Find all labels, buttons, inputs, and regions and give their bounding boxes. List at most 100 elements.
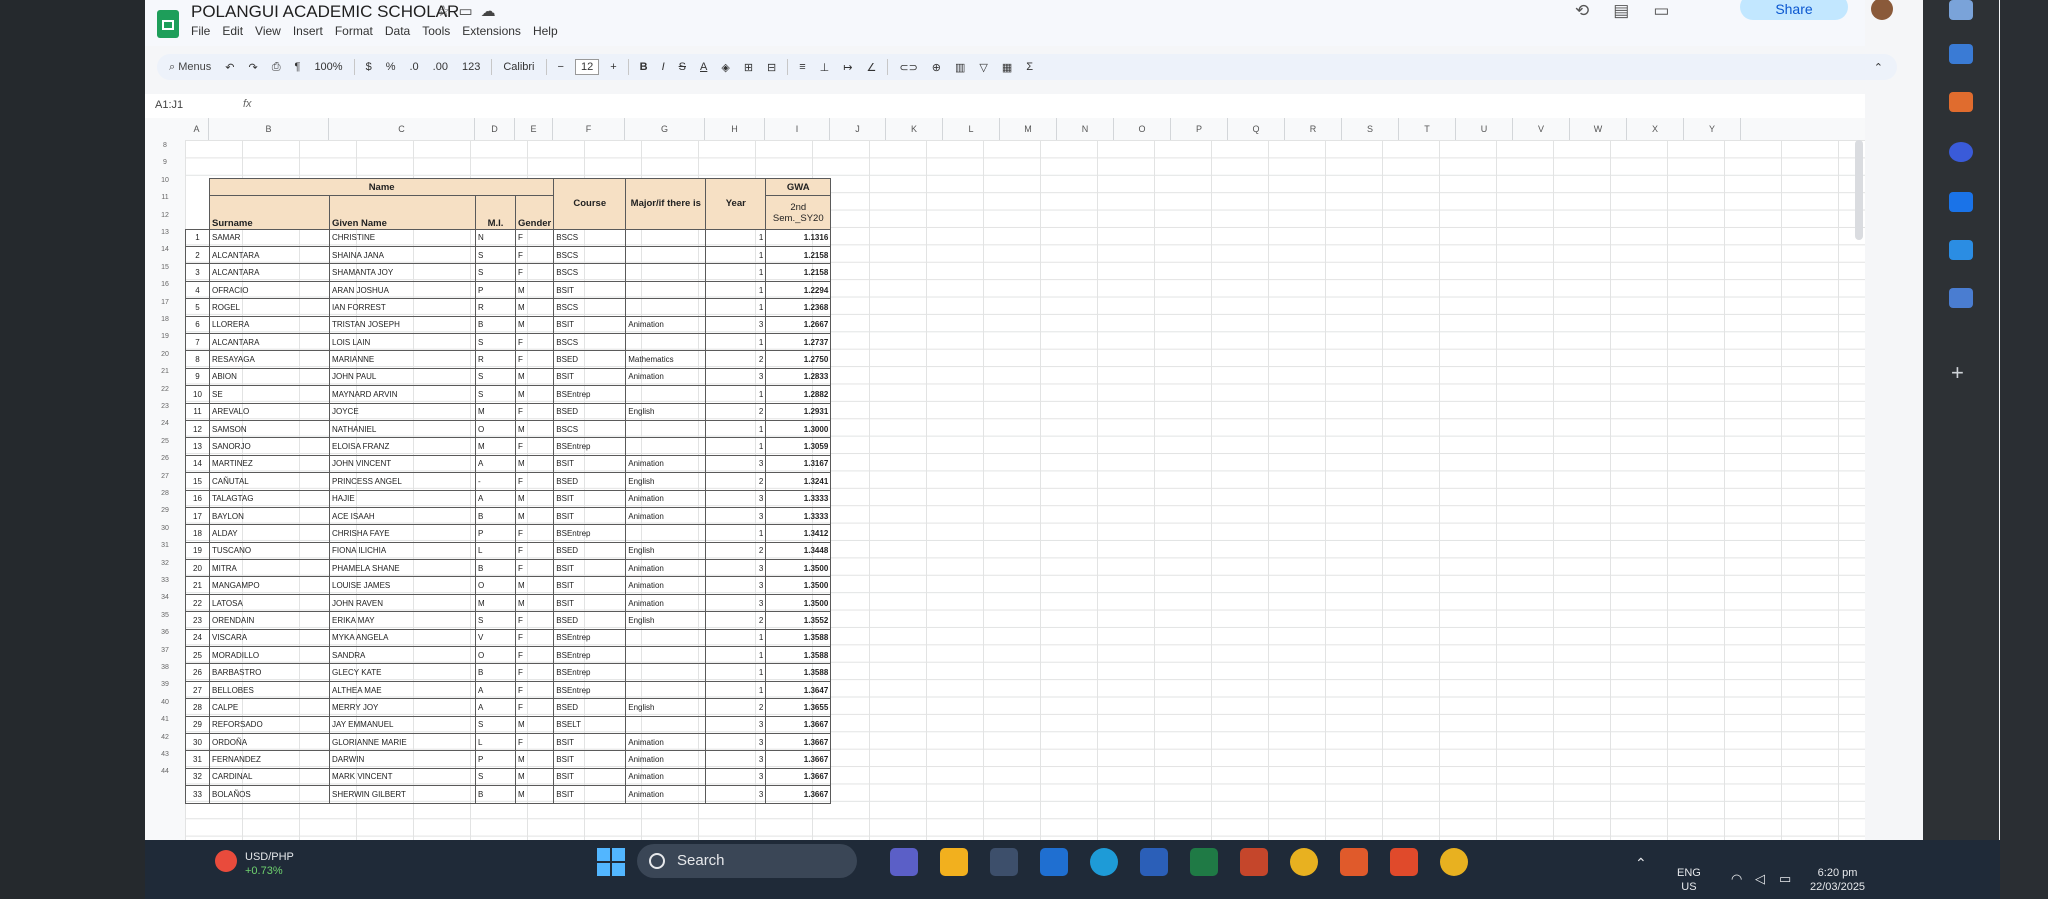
gwa-cell[interactable]: 1.2750	[765, 350, 832, 369]
number-format-button[interactable]: 123	[455, 61, 487, 73]
surname-cell[interactable]: ROGEL	[209, 298, 330, 317]
course-cell[interactable]: BSIT	[553, 315, 627, 335]
major-cell[interactable]	[625, 263, 707, 282]
mi-cell[interactable]: R	[475, 350, 516, 369]
row-number-cell[interactable]: 1	[185, 228, 210, 248]
column-header[interactable]: E	[515, 118, 553, 140]
year-cell[interactable]: 1	[705, 419, 767, 439]
mi-cell[interactable]: O	[475, 576, 516, 595]
year-cell[interactable]: 3	[705, 732, 767, 752]
mi-cell[interactable]: S	[475, 767, 516, 787]
course-cell[interactable]: BSIT	[553, 367, 627, 387]
row-number-cell[interactable]: 8	[185, 350, 210, 369]
gender-cell[interactable]: M	[514, 767, 555, 787]
major-cell[interactable]: Animation	[625, 559, 707, 578]
column-header[interactable]: F	[553, 118, 625, 140]
surname-cell[interactable]: BAYLON	[209, 506, 330, 526]
year-cell[interactable]: 2	[705, 698, 767, 717]
gender-cell[interactable]: F	[514, 472, 555, 491]
menu-data[interactable]: Data	[385, 24, 410, 38]
year-cell[interactable]: 1	[705, 628, 767, 648]
zoom-select[interactable]: 100%	[307, 61, 349, 73]
given-name-cell[interactable]: MARK VINCENT	[329, 767, 476, 787]
year-cell[interactable]: 1	[705, 385, 767, 404]
given-name-cell[interactable]: JOHN VINCENT	[329, 454, 476, 474]
gwa-cell[interactable]: 1.3241	[765, 472, 832, 491]
year-cell[interactable]: 2	[705, 350, 767, 369]
header-given-name[interactable]: Given Name	[329, 195, 476, 230]
given-name-cell[interactable]: PRINCESS ANGEL	[329, 472, 476, 491]
column-header[interactable]: A	[185, 118, 209, 140]
mi-cell[interactable]: O	[475, 419, 516, 439]
mi-cell[interactable]: S	[475, 263, 516, 282]
teams-icon[interactable]	[890, 848, 918, 876]
row-header[interactable]: 17	[145, 299, 185, 306]
year-cell[interactable]: 2	[705, 402, 767, 421]
year-cell[interactable]: 1	[705, 663, 767, 682]
year-cell[interactable]: 3	[705, 593, 767, 613]
gender-cell[interactable]: F	[514, 246, 555, 265]
mi-cell[interactable]: B	[475, 506, 516, 526]
sheets-logo-icon[interactable]	[157, 10, 179, 38]
gender-cell[interactable]: F	[514, 350, 555, 369]
year-cell[interactable]: 1	[705, 333, 767, 352]
year-cell[interactable]: 1	[705, 646, 767, 665]
surname-cell[interactable]: SAMSON	[209, 419, 330, 439]
taskbar-search[interactable]: Search	[637, 844, 857, 878]
major-cell[interactable]	[625, 246, 707, 265]
given-name-cell[interactable]: PHAMELA SHANE	[329, 559, 476, 578]
header-year[interactable]: Year	[705, 178, 767, 230]
row-header[interactable]: 12	[145, 212, 185, 219]
row-header[interactable]: 38	[145, 664, 185, 671]
given-name-cell[interactable]: GLORIANNE MARIE	[329, 732, 476, 752]
mi-cell[interactable]: M	[475, 437, 516, 456]
file-explorer-icon[interactable]	[940, 848, 968, 876]
year-cell[interactable]: 2	[705, 541, 767, 561]
column-header[interactable]: T	[1399, 118, 1456, 140]
surname-cell[interactable]: CALPE	[209, 698, 330, 717]
word-icon[interactable]	[1140, 848, 1168, 876]
course-cell[interactable]: BSED	[553, 472, 627, 491]
surname-cell[interactable]: SANORJO	[209, 437, 330, 456]
gender-cell[interactable]: F	[514, 611, 555, 630]
gender-cell[interactable]: M	[514, 367, 555, 387]
surname-cell[interactable]: ALCANTARA	[209, 263, 330, 282]
mi-cell[interactable]: S	[475, 246, 516, 265]
column-header[interactable]: H	[705, 118, 765, 140]
row-number-cell[interactable]: 29	[185, 715, 210, 735]
course-cell[interactable]: BSIT	[553, 576, 627, 595]
gwa-cell[interactable]: 1.3667	[765, 785, 832, 804]
given-name-cell[interactable]: TRISTAN JOSEPH	[329, 315, 476, 335]
major-cell[interactable]: Animation	[625, 506, 707, 526]
row-number-cell[interactable]: 12	[185, 419, 210, 439]
given-name-cell[interactable]: JOYCE	[329, 402, 476, 421]
column-header[interactable]: S	[1342, 118, 1399, 140]
major-cell[interactable]: Animation	[625, 367, 707, 387]
course-cell[interactable]: BSIT	[553, 280, 627, 300]
major-cell[interactable]	[625, 628, 707, 648]
gwa-cell[interactable]: 1.3059	[765, 437, 832, 456]
mi-cell[interactable]: S	[475, 611, 516, 630]
year-cell[interactable]: 2	[705, 611, 767, 630]
surname-cell[interactable]: CARDINAL	[209, 767, 330, 787]
row-number-cell[interactable]: 6	[185, 315, 210, 335]
row-header[interactable]: 39	[145, 681, 185, 688]
document-title[interactable]: POLANGUI ACADEMIC SCHOLAR	[191, 2, 459, 22]
mi-cell[interactable]: L	[475, 732, 516, 752]
year-cell[interactable]: 1	[705, 298, 767, 317]
year-cell[interactable]: 1	[705, 263, 767, 282]
column-header[interactable]: K	[886, 118, 943, 140]
major-cell[interactable]: Animation	[625, 750, 707, 769]
row-header[interactable]: 33	[145, 577, 185, 584]
column-header[interactable]: J	[830, 118, 886, 140]
row-number-cell[interactable]: 25	[185, 646, 210, 665]
mi-cell[interactable]: P	[475, 524, 516, 543]
font-size-decrease-button[interactable]: −	[551, 61, 571, 73]
row-number-cell[interactable]: 20	[185, 559, 210, 578]
surname-cell[interactable]: TALAGTAG	[209, 489, 330, 508]
column-header[interactable]: C	[329, 118, 475, 140]
mi-cell[interactable]: B	[475, 559, 516, 578]
gwa-cell[interactable]: 1.3667	[765, 715, 832, 735]
row-header[interactable]: 11	[145, 194, 185, 201]
given-name-cell[interactable]: LOUISE JAMES	[329, 576, 476, 595]
